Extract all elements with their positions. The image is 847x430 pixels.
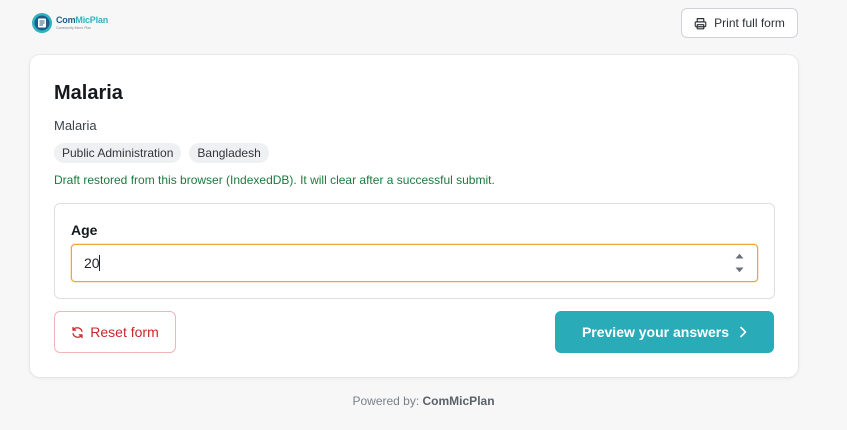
age-label: Age [71, 222, 98, 238]
print-full-form-button[interactable]: Print full form [681, 8, 798, 38]
top-bar: ComMicPlan Community Micro Plan Print fu… [0, 0, 847, 50]
print-button-label: Print full form [714, 16, 785, 30]
chevron-right-icon [740, 326, 747, 338]
printer-icon [694, 17, 707, 29]
tag-sector: Public Administration [54, 143, 182, 163]
tag-country: Bangladesh [189, 143, 269, 163]
logo-tagline: Community Micro Plan [56, 25, 92, 30]
logo-icon [32, 13, 52, 33]
powered-by-brand[interactable]: ComMicPlan [423, 394, 495, 408]
refresh-icon [72, 326, 83, 338]
form-card: Malaria Malaria Public Administration Ba… [30, 55, 798, 377]
footer: Powered by: ComMicPlan [0, 394, 847, 408]
age-question: Age [54, 203, 775, 299]
text-caret [99, 255, 100, 271]
powered-by-label: Powered by: [352, 394, 420, 408]
preview-answers-button[interactable]: Preview your answers [555, 311, 774, 353]
age-input-wrapper [71, 244, 758, 282]
number-stepper[interactable] [733, 253, 745, 273]
stepper-up-icon[interactable] [735, 253, 744, 259]
age-input[interactable] [72, 245, 757, 281]
reset-button-label: Reset form [90, 324, 159, 340]
reset-form-button[interactable]: Reset form [54, 311, 176, 353]
stepper-down-icon[interactable] [735, 267, 744, 273]
form-subtitle: Malaria [54, 118, 97, 133]
logo-name: ComMicPlan [56, 14, 109, 25]
preview-button-label: Preview your answers [581, 324, 730, 340]
form-title: Malaria [54, 82, 123, 104]
brand-logo[interactable]: ComMicPlan Community Micro Plan [31, 11, 111, 35]
draft-restored-note: Draft restored from this browser (Indexe… [54, 173, 495, 187]
form-tags: Public Administration Bangladesh [54, 143, 269, 163]
